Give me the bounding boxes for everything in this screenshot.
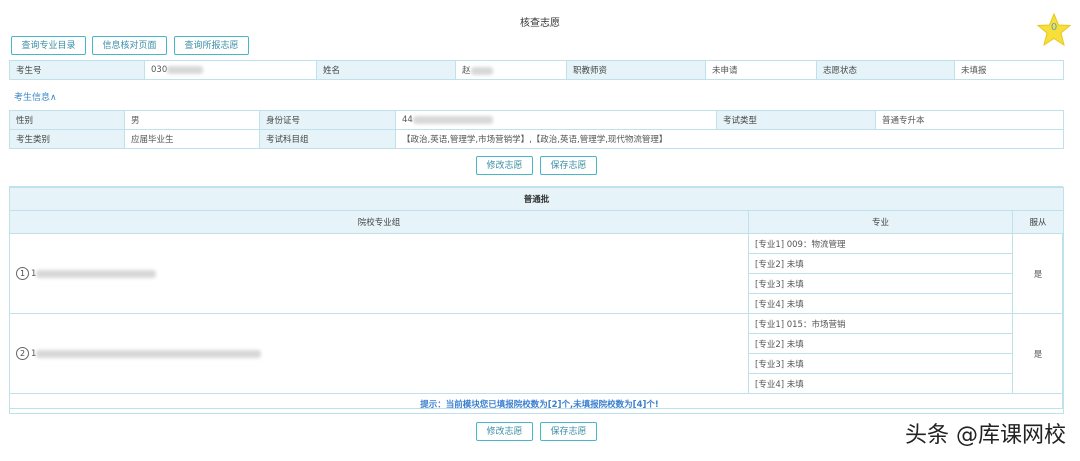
group-cell-1[interactable]: 11 <box>9 233 749 314</box>
major-2-1[interactable]: [专业1] 015：市场营销 <box>748 313 1013 334</box>
category-value: 应届毕业生 <box>124 129 260 149</box>
obey-2: 是 <box>1011 313 1065 394</box>
major-2-4[interactable]: [专业4] 未填 <box>748 373 1013 394</box>
exam-type-value: 普通专升本 <box>875 110 1064 130</box>
title-value: 未申请 <box>705 60 817 80</box>
gender-label: 性别 <box>9 110 125 130</box>
exam-no-value: 030 <box>144 60 317 80</box>
group-cell-2[interactable]: 21 <box>9 313 749 394</box>
toggle-candidate-info-link[interactable]: 考生信息∧ <box>14 90 57 103</box>
page-title: 核查志愿 <box>520 18 560 29</box>
major-1-2[interactable]: [专业2] 未填 <box>748 253 1013 274</box>
info-check-page-button[interactable]: 信息核对页面 <box>92 36 167 55</box>
candidate-detail-table: 性别 男 身份证号 44 考试类型 普通专升本 考生类别 应届毕业生 考试科目组… <box>9 110 1064 149</box>
id-label: 身份证号 <box>259 110 396 130</box>
status-value: 未填报 <box>954 60 1064 80</box>
volunteer-table: 普通批 院校专业组 专业 服从 11 [专业1] 009：物流管理 是 [专业2… <box>8 187 1065 414</box>
col-major-header: 专业 <box>748 210 1013 234</box>
index-2: 2 <box>16 347 29 360</box>
query-submitted-volunteer-button[interactable]: 查询所报志愿 <box>174 36 249 55</box>
exam-no-label: 考生号 <box>9 60 145 80</box>
subject-value: 【政治,英语,管理学,市场营销学】,【政治,英语,管理学,现代物流管理】 <box>395 129 1064 149</box>
save-volunteer-button[interactable]: 保存志愿 <box>540 156 597 175</box>
save-volunteer-button-bottom[interactable]: 保存志愿 <box>540 422 597 441</box>
major-1-3[interactable]: [专业3] 未填 <box>748 273 1013 294</box>
major-1-1[interactable]: [专业1] 009：物流管理 <box>748 233 1013 254</box>
major-2-3[interactable]: [专业3] 未填 <box>748 353 1013 374</box>
major-1-4[interactable]: [专业4] 未填 <box>748 293 1013 314</box>
star-count: 0 <box>1050 22 1058 33</box>
modify-volunteer-button[interactable]: 修改志愿 <box>476 156 533 175</box>
modify-volunteer-button-bottom[interactable]: 修改志愿 <box>476 422 533 441</box>
batch-title: 普通批 <box>8 187 1065 211</box>
hint-text: 提示：当前模块您已填报院校数为[2]个,未填报院校数为[4]个! <box>8 393 1065 414</box>
category-label: 考生类别 <box>9 129 125 149</box>
major-2-2[interactable]: [专业2] 未填 <box>748 333 1013 354</box>
index-1: 1 <box>16 267 29 280</box>
id-value: 44 <box>395 110 717 130</box>
col-group-header: 院校专业组 <box>9 210 749 234</box>
title-label: 职教师资 <box>566 60 706 80</box>
subject-label: 考试科目组 <box>259 129 396 149</box>
gender-value: 男 <box>124 110 260 130</box>
obey-1: 是 <box>1011 233 1065 314</box>
watermark: 头条 @库课网校 <box>905 423 1066 448</box>
col-obey-header: 服从 <box>1011 210 1065 234</box>
candidate-info-table: 考生号 030 姓名 赵 职教师资 未申请 志愿状态 未填报 <box>9 60 1064 80</box>
status-label: 志愿状态 <box>816 60 955 80</box>
query-major-catalog-button[interactable]: 查询专业目录 <box>11 36 86 55</box>
exam-type-label: 考试类型 <box>716 110 876 130</box>
name-label: 姓名 <box>316 60 456 80</box>
name-value: 赵 <box>455 60 567 80</box>
